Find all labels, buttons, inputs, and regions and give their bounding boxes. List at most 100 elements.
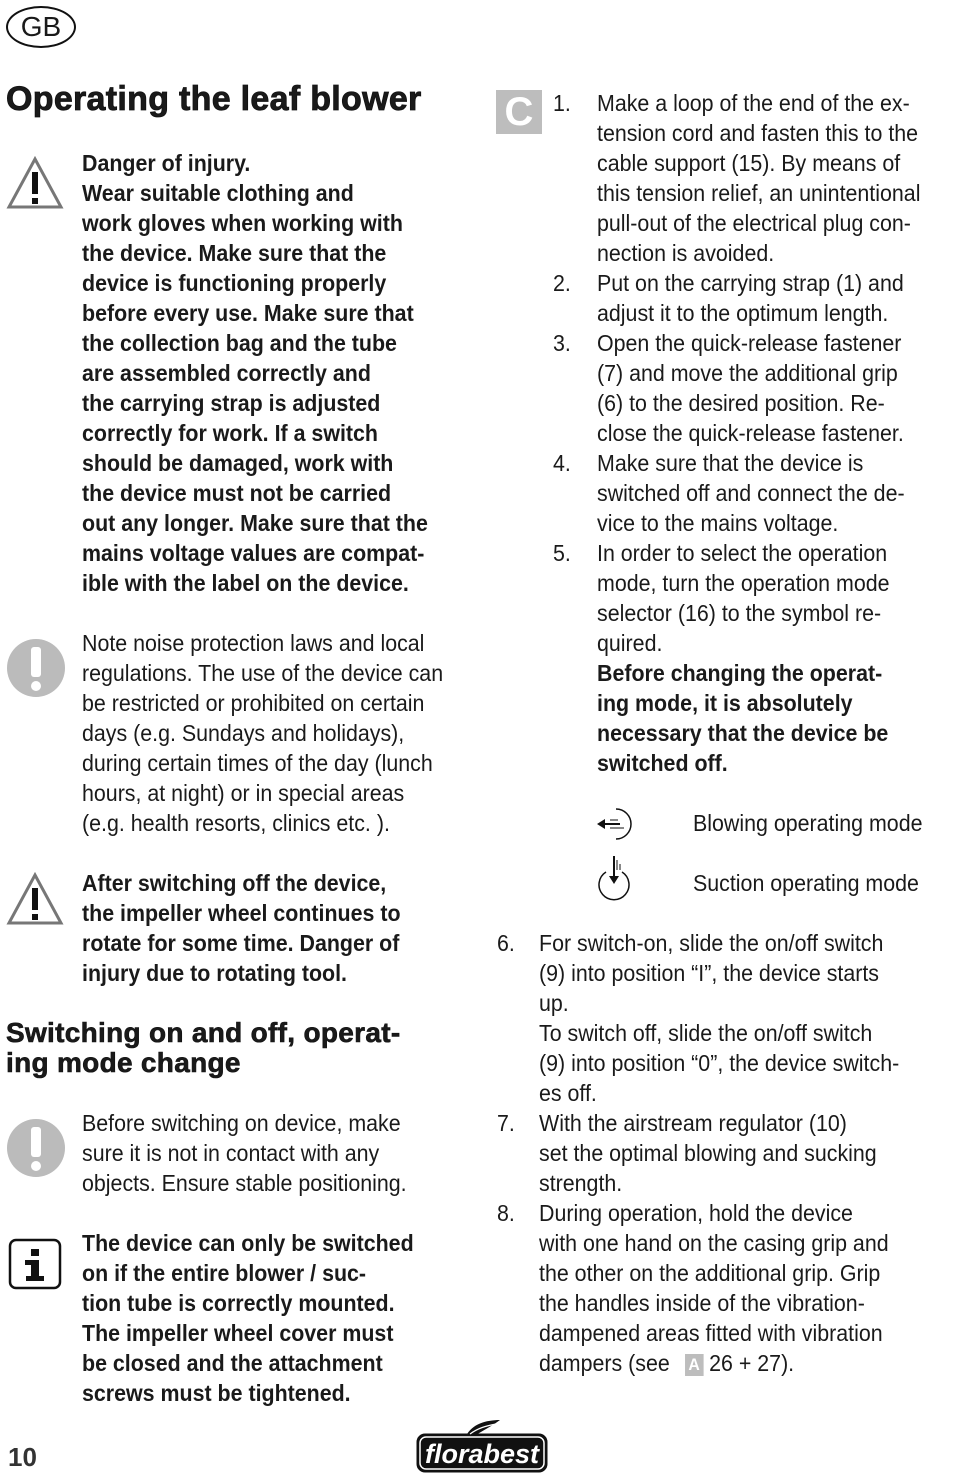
- exclamation-circle-icon: [7, 1119, 65, 1177]
- note-text: regulations. The use of the device can: [82, 660, 444, 686]
- step-text: During operation, hold the device: [539, 1200, 853, 1226]
- step-warning-text: Before changing the operat-: [597, 660, 883, 686]
- step-text: Make a loop of the end of the ex-: [597, 90, 910, 116]
- step-text: nection is avoided.: [597, 240, 775, 266]
- step-text: strength.: [539, 1170, 623, 1196]
- note-text: (e.g. health resorts, clinics etc. ).: [82, 810, 390, 836]
- warning-icon: [6, 872, 64, 925]
- text: 26 + 27).: [709, 1350, 795, 1376]
- step-text: pull-out of the electrical plug con-: [597, 210, 911, 236]
- step-text: (7) and move the additional grip: [597, 360, 898, 386]
- warning-text: device is functioning properly: [82, 270, 387, 296]
- warning-text: work gloves when working with: [82, 210, 403, 236]
- step-number: 7.: [497, 1110, 515, 1136]
- note-text: objects. Ensure stable positioning.: [82, 1170, 407, 1196]
- note-text: days (e.g. Sundays and holidays),: [82, 720, 405, 746]
- step-text: dampened areas fitted with vibration: [539, 1320, 883, 1346]
- info-text: The device can only be switched: [82, 1230, 414, 1256]
- warning-text: injury due to rotating tool.: [82, 960, 347, 986]
- warning-text: the impeller wheel continues to: [82, 900, 401, 926]
- step-text: mode, turn the operation mode: [597, 570, 890, 596]
- step-text: cable support (15). By means of: [597, 150, 901, 176]
- warning-text: the device. Make sure that the: [82, 240, 387, 266]
- step-text: the handles inside of the vibration-: [539, 1290, 865, 1316]
- step-text: close the quick-release fastener.: [597, 420, 904, 446]
- step-text: with one hand on the casing grip and: [539, 1230, 889, 1256]
- warning-text: Wear suitable clothing and: [82, 180, 354, 206]
- step-text: Open the quick-release fastener: [597, 330, 902, 356]
- suction-mode-icon: [598, 856, 630, 901]
- info-text: The impeller wheel cover must: [82, 1320, 394, 1346]
- info-text: on if the entire blower / suc-: [82, 1260, 367, 1286]
- svg-text:florabest: florabest: [425, 1439, 540, 1469]
- step-number: 3.: [553, 330, 571, 356]
- warning-text: out any longer. Make sure that the: [82, 510, 428, 536]
- warning-text: the collection bag and the tube: [82, 330, 397, 356]
- warning-text: before every use. Make sure that: [82, 300, 414, 326]
- note-text: Before switching on device, make: [82, 1110, 401, 1136]
- section-badge: C: [496, 90, 542, 134]
- step-text: selector (16) to the symbol re-: [597, 600, 882, 626]
- step-number: 2.: [553, 270, 571, 296]
- text: dampers (see: [539, 1350, 670, 1376]
- note-text: Note noise protection laws and local: [82, 630, 425, 656]
- step-text: up.: [539, 990, 569, 1016]
- step-text: es off.: [539, 1080, 597, 1106]
- step-text: (9) into position “I”, the device starts: [539, 960, 880, 986]
- page-title: Operating the leaf blower: [6, 80, 422, 119]
- warning-text: correctly for work. If a switch: [82, 420, 378, 446]
- step-text: quired.: [597, 630, 663, 656]
- note-text: hours, at night) or in special areas: [82, 780, 405, 806]
- warning-text: are assembled correctly and: [82, 360, 371, 386]
- step-warning-text: switched off.: [597, 750, 728, 776]
- country-badge: GB: [6, 6, 76, 48]
- warning-icon: [6, 156, 64, 209]
- step-text: vice to the mains voltage.: [597, 510, 839, 536]
- step-warning-text: ing mode, it is absolutely: [597, 690, 853, 716]
- note-text: during certain times of the day (lunch: [82, 750, 433, 776]
- step-number: 5.: [553, 540, 571, 566]
- warning-text: ible with the label on the device.: [82, 570, 409, 596]
- step-text: For switch-on, slide the on/off switch: [539, 930, 884, 956]
- warning-text: rotate for some time. Danger of: [82, 930, 400, 956]
- step-text: With the airstream regulator (10): [539, 1110, 847, 1136]
- mode-label: Suction operating mode: [693, 870, 919, 896]
- section-heading: Switching on and off, operat-: [6, 1017, 401, 1048]
- step-number: 1.: [553, 90, 571, 116]
- note-text: sure it is not in contact with any: [82, 1140, 380, 1166]
- warning-text: After switching off the device,: [82, 870, 387, 896]
- warning-text: Danger of injury.: [82, 150, 251, 176]
- step-text: (6) to the desired position. Re-: [597, 390, 885, 416]
- warning-text: the carrying strap is adjusted: [82, 390, 381, 416]
- page-number: 10: [8, 1442, 37, 1472]
- step-text: the other on the additional grip. Grip: [539, 1260, 881, 1286]
- figure-ref-badge: A: [684, 1354, 704, 1376]
- step-text: tension cord and fasten this to the: [597, 120, 919, 146]
- step-text: this tension relief, an unintentional: [597, 180, 921, 206]
- mode-label: Blowing operating mode: [693, 810, 923, 836]
- warning-text: mains voltage values are compat-: [82, 540, 425, 566]
- blowing-mode-icon: [597, 808, 632, 840]
- step-text: Make sure that the device is: [597, 450, 864, 476]
- exclamation-circle-icon: [7, 639, 65, 697]
- warning-text: should be damaged, work with: [82, 450, 394, 476]
- step-number: 6.: [497, 930, 515, 956]
- step-text: Put on the carrying strap (1) and: [597, 270, 904, 296]
- florabest-logo: florabest: [416, 1420, 548, 1473]
- step-warning-text: necessary that the device be: [597, 720, 889, 746]
- info-text: tion tube is correctly mounted.: [82, 1290, 395, 1316]
- step-text: dampers (see A 26 + 27).: [539, 1348, 794, 1378]
- step-text: (9) into position “0”, the device switch…: [539, 1050, 900, 1076]
- step-text: To switch off, slide the on/off switch: [539, 1020, 873, 1046]
- info-text: be closed and the attachment: [82, 1350, 383, 1376]
- step-text: set the optimal blowing and sucking: [539, 1140, 877, 1166]
- step-text: switched off and connect the de-: [597, 480, 905, 506]
- info-icon: [8, 1238, 62, 1290]
- step-number: 8.: [497, 1200, 515, 1226]
- section-heading: ing mode change: [6, 1047, 241, 1078]
- step-number: 4.: [553, 450, 571, 476]
- info-text: screws must be tightened.: [82, 1380, 351, 1406]
- warning-text: the device must not be carried: [82, 480, 392, 506]
- step-text: adjust it to the optimum length.: [597, 300, 889, 326]
- note-text: be restricted or prohibited on certain: [82, 690, 425, 716]
